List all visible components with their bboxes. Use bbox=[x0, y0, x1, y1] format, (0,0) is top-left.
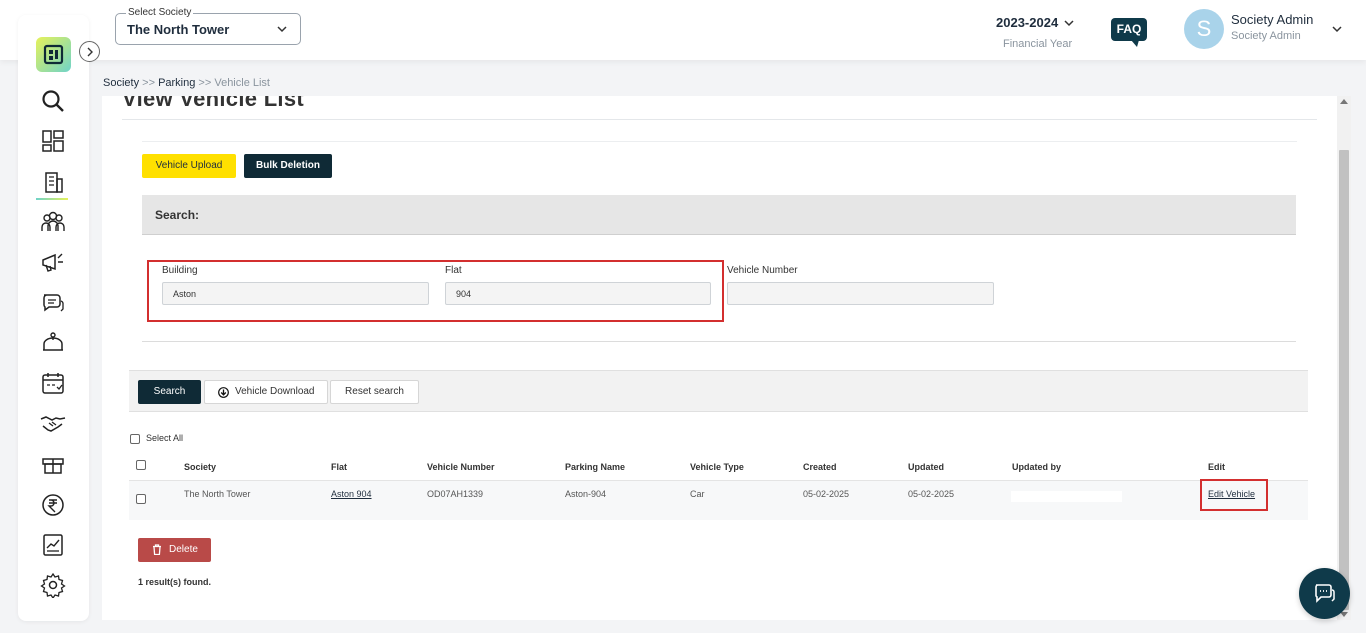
breadcrumb-current: Vehicle List bbox=[214, 77, 270, 89]
cell-parking-name: Aston-904 bbox=[565, 489, 607, 499]
flat-link[interactable]: Aston 904 bbox=[331, 489, 372, 499]
search-heading: Search: bbox=[155, 208, 200, 222]
cell-vehicle-number: OD07AH1339 bbox=[427, 489, 484, 499]
result-count: 1 result(s) found. bbox=[138, 577, 212, 587]
breadcrumb-separator: >> bbox=[142, 77, 155, 89]
row-checkbox[interactable] bbox=[136, 494, 146, 504]
chat-bubble-icon bbox=[1315, 584, 1335, 603]
header-checkbox[interactable] bbox=[136, 460, 146, 470]
column-header-vehicle-type: Vehicle Type bbox=[690, 462, 744, 472]
chevron-down-icon bbox=[277, 26, 287, 33]
active-nav-indicator bbox=[36, 198, 68, 200]
society-select[interactable]: Select Society The North Tower bbox=[115, 7, 301, 45]
column-header-flat: Flat bbox=[331, 462, 348, 472]
handshake-icon[interactable] bbox=[40, 410, 66, 436]
main-panel: View Vehicle List Vehicle Upload Bulk De… bbox=[102, 96, 1337, 620]
vehicle-download-button[interactable]: Vehicle Download bbox=[204, 380, 328, 404]
cell-flat-link[interactable]: Aston 904 bbox=[331, 489, 372, 499]
cell-updated: 05-02-2025 bbox=[908, 489, 955, 499]
column-header-updated: Updated bbox=[908, 462, 944, 472]
user-menu-chevron-icon[interactable] bbox=[1331, 23, 1343, 35]
sidebar-toggle-button[interactable] bbox=[79, 41, 100, 62]
sidebar bbox=[18, 15, 89, 621]
financial-year-label: Financial Year bbox=[1003, 38, 1073, 50]
financial-year-select[interactable]: 2023-2024 Financial Year bbox=[996, 14, 1074, 50]
column-header-vehicle-number: Vehicle Number bbox=[427, 462, 495, 472]
scrollbar-thumb[interactable] bbox=[1339, 150, 1349, 610]
top-header: Select Society The North Tower 2023-2024… bbox=[0, 0, 1366, 60]
table-row bbox=[129, 481, 1308, 520]
chat-icon[interactable] bbox=[40, 290, 66, 316]
members-icon[interactable] bbox=[40, 209, 66, 235]
chat-support-button[interactable] bbox=[1299, 568, 1350, 619]
column-header-updated-by: Updated by bbox=[1012, 462, 1062, 472]
cell-updated-by bbox=[1011, 491, 1122, 502]
rupee-icon[interactable] bbox=[40, 492, 66, 518]
breadcrumb-society[interactable]: Society bbox=[103, 77, 139, 89]
scrollbar[interactable] bbox=[1337, 96, 1351, 620]
breadcrumb-separator: >> bbox=[198, 77, 212, 89]
select-all-checkbox[interactable] bbox=[130, 434, 140, 444]
gift-icon[interactable] bbox=[40, 451, 66, 477]
cell-society: The North Tower bbox=[184, 489, 251, 499]
building-icon[interactable] bbox=[40, 169, 66, 195]
society-select-label: Select Society bbox=[126, 7, 194, 18]
service-icon[interactable] bbox=[40, 330, 66, 356]
vehicle-upload-button[interactable]: Vehicle Upload bbox=[142, 154, 236, 178]
announcement-icon[interactable] bbox=[40, 249, 66, 275]
vehicle-number-label: Vehicle Number bbox=[727, 265, 798, 276]
cell-vehicle-type: Car bbox=[690, 489, 705, 499]
dashboard-icon[interactable] bbox=[40, 128, 66, 154]
report-icon[interactable] bbox=[40, 532, 66, 558]
highlight-annotation bbox=[147, 260, 724, 322]
select-all-label: Select All bbox=[146, 433, 184, 443]
reset-search-button[interactable]: Reset search bbox=[330, 380, 419, 404]
bulk-deletion-button[interactable]: Bulk Deletion bbox=[244, 154, 332, 178]
column-header-society: Society bbox=[184, 462, 217, 472]
scroll-up-arrow-icon[interactable] bbox=[1340, 99, 1348, 104]
search-icon[interactable] bbox=[40, 88, 66, 114]
delete-label: Delete bbox=[169, 544, 198, 555]
vehicle-download-label: Vehicle Download bbox=[235, 386, 315, 397]
chevron-down-icon bbox=[1064, 20, 1074, 26]
financial-year-value: 2023-2024 bbox=[996, 15, 1059, 30]
breadcrumb: Society >> Parking >> Vehicle List bbox=[103, 77, 270, 89]
user-name: Society Admin bbox=[1231, 12, 1314, 27]
society-select-value: The North Tower bbox=[127, 22, 230, 37]
search-button[interactable]: Search bbox=[138, 380, 201, 404]
search-header: Search: bbox=[142, 195, 1296, 235]
highlight-annotation bbox=[1200, 479, 1268, 511]
user-role: Society Admin bbox=[1231, 30, 1301, 42]
divider bbox=[142, 141, 1297, 142]
divider bbox=[142, 341, 1296, 342]
column-header-created: Created bbox=[803, 462, 837, 472]
column-header-parking-name: Parking Name bbox=[565, 462, 626, 472]
faq-button[interactable]: FAQ bbox=[1111, 18, 1147, 47]
chevron-right-icon bbox=[87, 47, 93, 57]
divider bbox=[122, 119, 1317, 120]
action-bar: Search Vehicle Download Reset search bbox=[129, 370, 1308, 412]
breadcrumb-parking[interactable]: Parking bbox=[158, 77, 195, 89]
page-title: View Vehicle List bbox=[122, 96, 305, 111]
calendar-icon[interactable] bbox=[40, 370, 66, 396]
avatar[interactable]: S bbox=[1184, 9, 1224, 49]
column-header-edit: Edit bbox=[1208, 462, 1225, 472]
download-icon bbox=[218, 387, 229, 398]
logo-icon[interactable] bbox=[36, 37, 71, 72]
vehicle-number-field[interactable] bbox=[727, 282, 994, 305]
trash-icon bbox=[153, 544, 161, 555]
settings-icon[interactable] bbox=[40, 572, 66, 598]
delete-button[interactable]: Delete bbox=[138, 538, 211, 562]
cell-created: 05-02-2025 bbox=[803, 489, 850, 499]
